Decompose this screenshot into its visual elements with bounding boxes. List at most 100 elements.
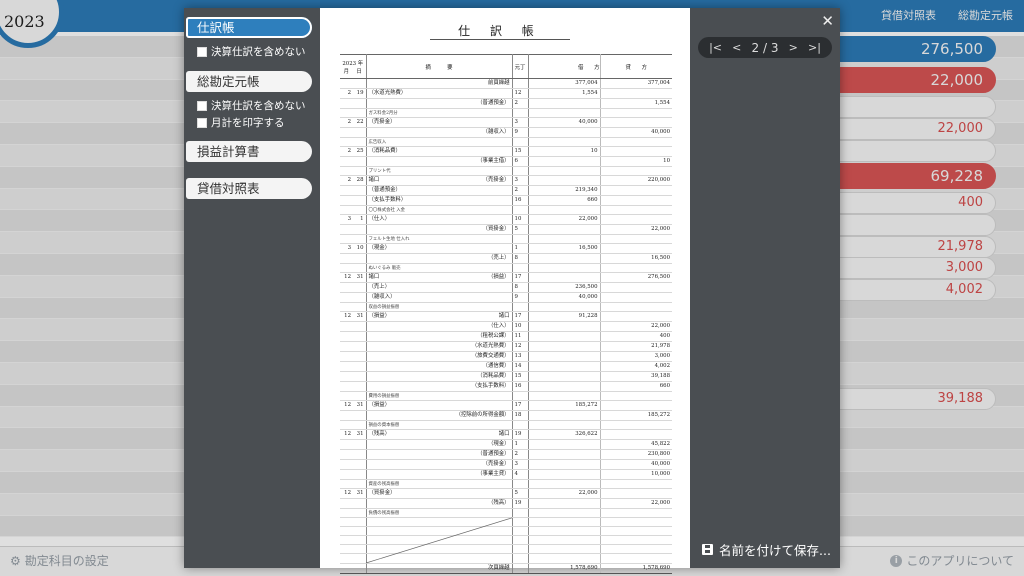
report-journal-button[interactable]: 仕訳帳	[186, 17, 312, 38]
row-day	[353, 508, 367, 519]
first-page-icon[interactable]: |<	[709, 41, 722, 54]
row-month	[340, 381, 353, 393]
row-credit: 10,000	[600, 469, 673, 481]
row-debit-account: （損益）	[368, 313, 391, 320]
row-month	[340, 469, 353, 481]
row-description: （仕入）	[366, 321, 513, 333]
row-memo: 資産の残高振替	[368, 482, 400, 488]
row-ref	[512, 544, 529, 555]
row-debit	[528, 391, 601, 402]
row-credit-account: （控除前の所得金額）	[455, 412, 510, 419]
row-month	[340, 156, 353, 168]
journal-row: 2 22 （売掛金） 3 40,000	[340, 117, 673, 129]
journal-title: 仕 訳 帳	[458, 24, 542, 38]
row-description: （損益）	[366, 400, 513, 412]
row-month: 12	[340, 272, 353, 284]
row-day	[353, 420, 367, 431]
totals-ref	[512, 562, 529, 574]
row-month	[340, 449, 353, 461]
checkbox-box[interactable]	[197, 117, 207, 128]
row-ref: 13	[512, 351, 529, 363]
row-day	[353, 282, 367, 294]
row-credit	[600, 214, 673, 226]
current-page: 2	[751, 40, 760, 55]
journal-row: （現金） 1 45,822	[340, 439, 673, 451]
row-debit	[528, 253, 601, 265]
report-balance-sheet-button[interactable]: 貸借対照表	[186, 178, 312, 199]
row-credit: 22,000	[600, 224, 673, 236]
row-credit-account: （売上）	[487, 255, 510, 262]
row-credit: 22,000	[600, 321, 673, 333]
row-debit	[528, 166, 601, 177]
row-credit	[600, 526, 673, 537]
row-day	[353, 449, 367, 461]
row-description	[366, 553, 513, 564]
row-month	[340, 439, 353, 451]
ledger-print-monthly-checkbox[interactable]: 月計を印字する	[197, 115, 285, 130]
journal-row: 広告収入	[340, 137, 673, 148]
row-ref	[512, 420, 529, 431]
row-description: （水道光熱費）	[366, 341, 513, 353]
save-icon	[702, 544, 713, 555]
row-month	[340, 517, 353, 528]
row-ref: 1	[512, 243, 529, 255]
row-debit	[528, 302, 601, 313]
row-ref: 2	[512, 449, 529, 461]
row-debit	[528, 331, 601, 343]
ledger-exclude-closing-checkbox[interactable]: 決算仕訳を含めない	[197, 98, 306, 113]
document-preview-page: 仕 訳 帳 2023 年 月 日 摘 要 元丁 借 方 貸 方 前頁繰越 377…	[320, 8, 690, 574]
row-month: 2	[340, 88, 353, 99]
row-month	[340, 224, 353, 236]
journal-exclude-closing-checkbox[interactable]: 決算仕訳を含めない	[197, 44, 306, 59]
row-day: 31	[353, 400, 367, 412]
row-ref	[512, 302, 529, 313]
row-credit	[600, 517, 673, 528]
row-day	[353, 361, 367, 373]
journal-row: （旅費交通費） 13 3,000	[340, 351, 673, 363]
row-day	[353, 108, 367, 119]
row-credit: 185,272	[600, 410, 673, 422]
row-ref	[512, 517, 529, 528]
journal-row: （水道光熱費） 12 21,978	[340, 341, 673, 353]
journal-row: 損益の資本振替	[340, 420, 673, 431]
checkbox-box[interactable]	[197, 100, 207, 111]
row-day	[353, 195, 367, 207]
journal-row: （残高） 19 22,000	[340, 498, 673, 510]
row-month	[340, 410, 353, 422]
row-debit	[528, 341, 601, 353]
row-day	[353, 253, 367, 265]
row-ref	[512, 78, 529, 89]
row-day: 31	[353, 311, 367, 323]
row-credit	[600, 391, 673, 402]
row-description: （残高） 諸口	[366, 429, 513, 441]
row-debit	[528, 498, 601, 510]
journal-row: 前頁繰越 377,004 377,004	[340, 78, 673, 89]
row-month	[340, 166, 353, 177]
row-debit-account: （仕入）	[368, 216, 391, 223]
close-icon[interactable]: ✕	[821, 12, 834, 30]
row-ref: 9	[512, 292, 529, 304]
journal-row: 負債の残高振替	[340, 508, 673, 519]
row-debit	[528, 205, 601, 216]
prev-page-icon[interactable]: <	[732, 41, 741, 54]
row-ref: 14	[512, 361, 529, 373]
row-ref	[512, 508, 529, 519]
row-credit: 220,000	[600, 175, 673, 187]
journal-row	[340, 517, 673, 528]
row-month: 2	[340, 175, 353, 187]
checkbox-box[interactable]	[197, 46, 207, 57]
row-description: 諸口 （売掛金）	[366, 175, 513, 187]
save-as-button[interactable]: 名前を付けて保存...	[702, 540, 831, 559]
journal-body: 前頁繰越 377,004 377,004 2 19 （水道光熱費） 12 1,554 （普通預金…	[340, 78, 673, 564]
row-ref: 9	[512, 127, 529, 139]
report-general-ledger-button[interactable]: 総勘定元帳	[186, 71, 312, 92]
row-credit-account: （事業主貸）	[477, 471, 510, 478]
last-page-icon[interactable]: >|	[808, 41, 821, 54]
header-month: 月	[343, 68, 350, 75]
row-credit-account: （水道光熱費）	[471, 343, 510, 350]
next-page-icon[interactable]: >	[789, 41, 798, 54]
report-income-statement-button[interactable]: 損益計算書	[186, 141, 312, 162]
row-memo: プリント代	[368, 169, 391, 175]
header-ref: 元丁	[512, 54, 529, 79]
row-credit: 39,188	[600, 371, 673, 383]
